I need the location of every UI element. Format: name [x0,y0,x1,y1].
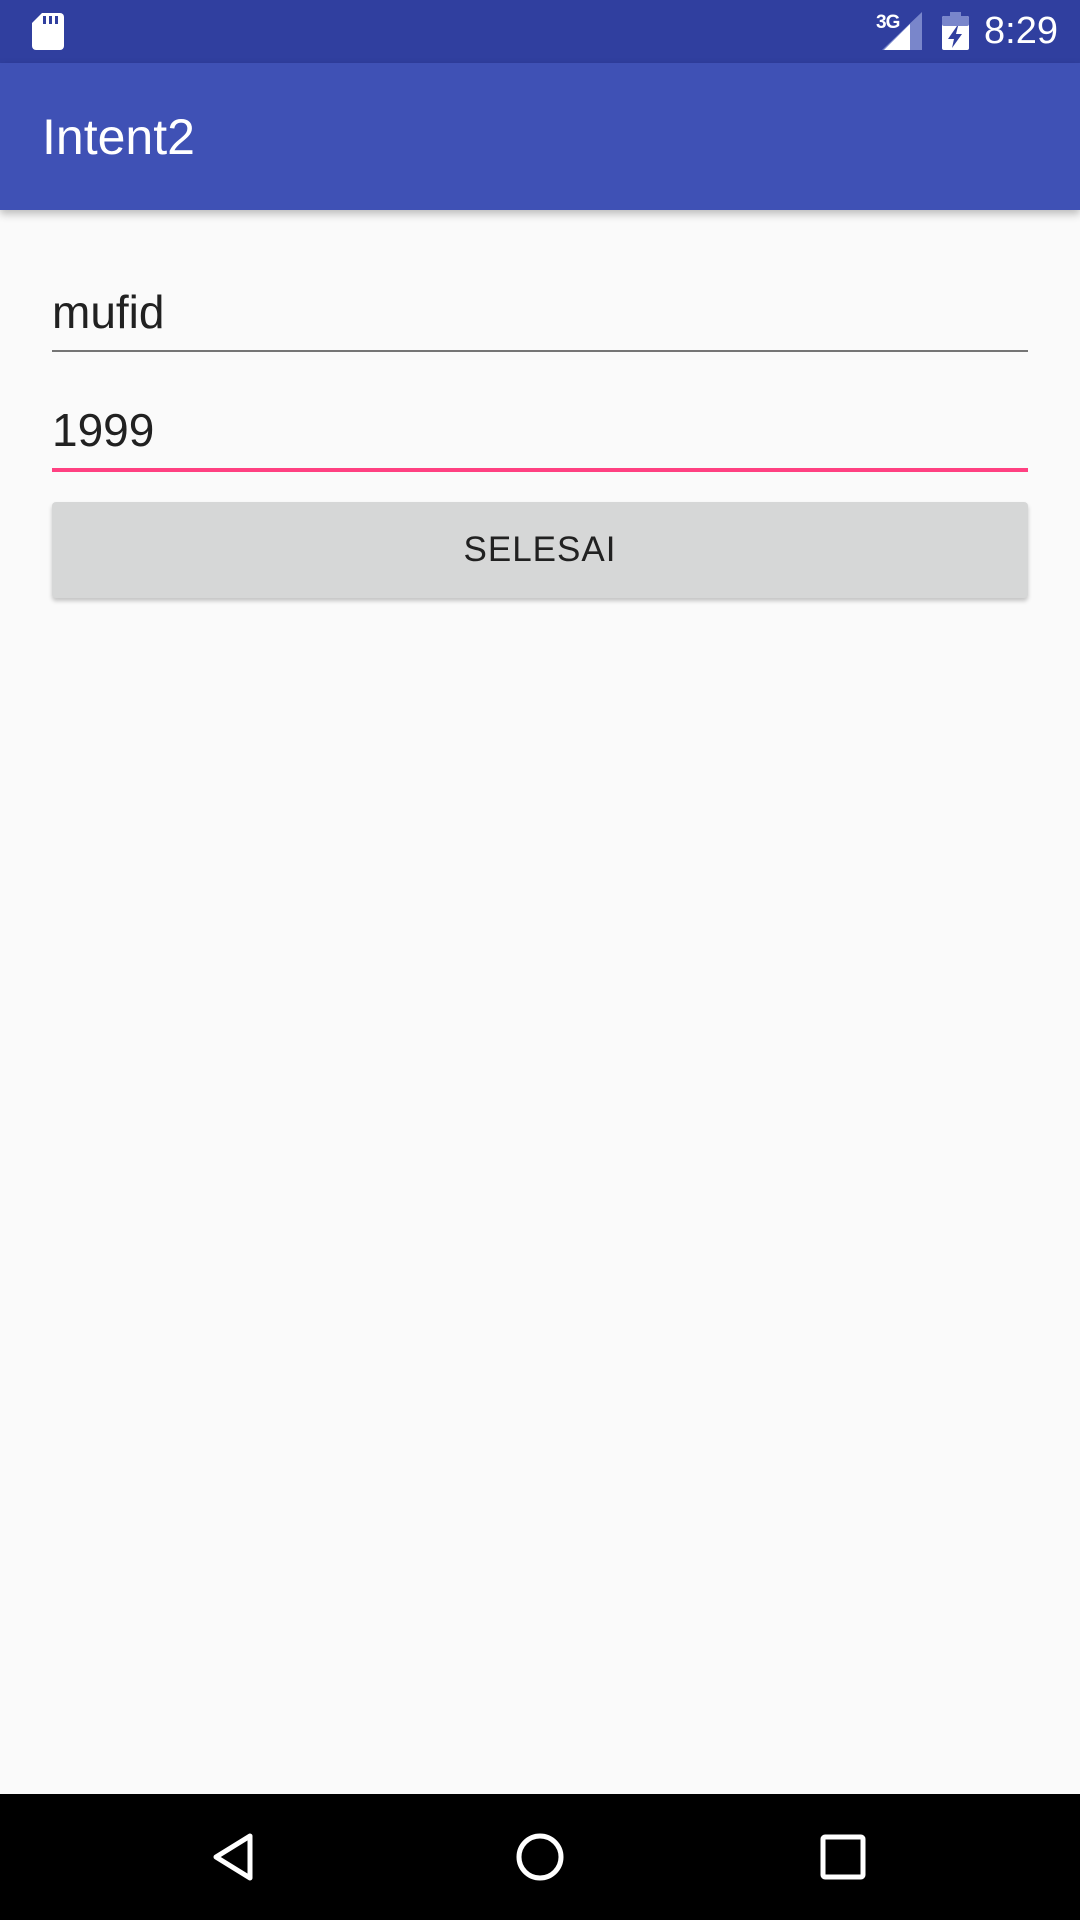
signal-icon [882,12,922,50]
app-title: Intent2 [42,109,195,165]
battery-charging-icon [942,12,969,50]
navigation-bar [0,1794,1080,1920]
main-content: mufid 1999 SELESAI [0,210,1080,1794]
year-field[interactable]: 1999 [52,396,1028,472]
back-icon[interactable] [204,1824,270,1890]
status-bar: 3G 8:29 [0,0,1080,63]
sd-card-icon [32,13,64,50]
app-bar: Intent2 [0,63,1080,210]
home-icon[interactable] [507,1824,573,1890]
name-field[interactable]: mufid [52,278,1028,352]
recent-apps-icon[interactable] [810,1824,876,1890]
done-button[interactable]: SELESAI [52,502,1028,598]
name-field-value: mufid [52,286,165,338]
screen: 3G 8:29 Intent2 mufid 1999 SELESAI [0,0,1080,1920]
year-field-value: 1999 [52,404,155,456]
status-time: 8:29 [984,10,1058,52]
